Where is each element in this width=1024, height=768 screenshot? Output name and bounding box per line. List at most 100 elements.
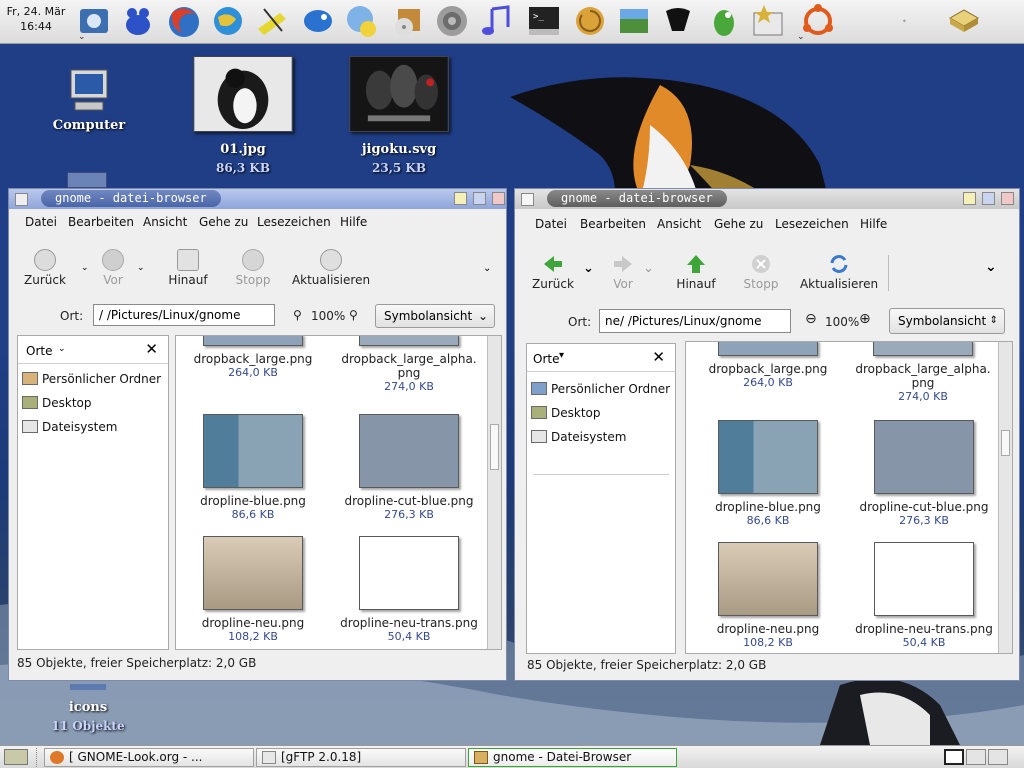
up-button[interactable]: Hinauf <box>673 253 719 291</box>
maximize-button[interactable] <box>473 192 486 205</box>
fish-icon[interactable] <box>300 3 336 39</box>
sidebar-title[interactable]: Orte <box>26 344 52 358</box>
view-mode-select[interactable]: Symbolansicht ⌄ <box>375 304 495 328</box>
file-item[interactable]: dropline-blue.png 86,6 KB <box>188 414 318 521</box>
chevron-down-icon[interactable]: ⌄ <box>81 263 89 273</box>
workspace-3[interactable] <box>988 749 1008 765</box>
location-input[interactable]: / /Pictures/Linux/gnome <box>93 304 275 326</box>
file-item[interactable]: dropback_large.png 264,0 KB <box>188 336 318 379</box>
scrollbar-thumb[interactable] <box>490 424 499 470</box>
show-desktop-icon[interactable] <box>4 749 28 765</box>
close-icon[interactable]: ✕ <box>652 348 665 366</box>
nautilus-shell-icon[interactable] <box>572 3 608 39</box>
close-button[interactable] <box>1001 192 1014 205</box>
taskbar-item-firefox[interactable]: [ GNOME-Look.org - ... <box>44 748 254 767</box>
zoom-out-icon[interactable]: ⚲ <box>293 308 302 322</box>
workspace-2[interactable] <box>966 749 986 765</box>
inkscape-icon[interactable] <box>660 3 696 39</box>
file-browser-window-right[interactable]: gnome - datei-browser Datei Bearbeiten A… <box>514 188 1020 681</box>
forward-button[interactable]: Vor <box>607 253 639 291</box>
chevron-down-icon[interactable]: ⌄ <box>58 344 66 354</box>
file-item[interactable]: dropback_large_alpha. png 274,0 KB <box>848 342 998 403</box>
sidebar-title[interactable]: Orte <box>533 352 559 366</box>
file-item[interactable]: dropback_large_alpha. png 274,0 KB <box>334 336 484 393</box>
reload-button[interactable]: Aktualisieren <box>291 249 371 287</box>
reload-button[interactable]: Aktualisieren <box>799 253 879 291</box>
menu-lesezeichen[interactable]: Lesezeichen <box>257 215 331 229</box>
chevron-down-icon[interactable]: ▾ <box>559 350 564 361</box>
desktop-icon-icons-folder[interactable]: icons 11 Objekte <box>40 684 136 733</box>
frog-icon[interactable] <box>120 3 156 39</box>
zoom-in-icon[interactable]: ⚲ <box>349 308 358 322</box>
back-button[interactable]: Zurück <box>23 249 67 287</box>
file-item[interactable]: dropline-neu-trans.png 50,4 KB <box>336 536 482 643</box>
icon-view[interactable]: dropback_large.png 264,0 KB dropback_larg… <box>175 335 502 650</box>
terminal-icon[interactable]: >_ <box>526 3 562 39</box>
menu-ansicht[interactable]: Ansicht <box>143 215 187 229</box>
desktop-icon-computer[interactable]: Computer <box>44 66 134 133</box>
file-item[interactable]: dropline-cut-blue.png 276,3 KB <box>854 420 994 527</box>
chevron-down-icon[interactable]: ⌄ <box>483 263 491 274</box>
zoom-level[interactable]: 100% <box>825 315 859 329</box>
notes-icon[interactable] <box>254 3 290 39</box>
close-icon[interactable]: ✕ <box>145 340 158 358</box>
menu-datei[interactable]: Datei <box>535 217 567 231</box>
minimize-button[interactable] <box>454 192 467 205</box>
file-item[interactable]: dropline-neu.png 108,2 KB <box>188 536 318 643</box>
file-item[interactable]: dropline-neu-trans.png 50,4 KB <box>850 542 998 649</box>
menu-gehe-zu[interactable]: Gehe zu <box>714 217 763 231</box>
sidebar-item-home[interactable]: Persönlicher Ordner <box>22 372 161 386</box>
bookmarks-icon[interactable] <box>76 3 112 39</box>
sidebar-item-filesystem[interactable]: Dateisystem <box>22 420 117 434</box>
file-item[interactable]: dropline-blue.png 86,6 KB <box>698 420 838 527</box>
star-window-icon[interactable] <box>750 3 786 39</box>
chevron-down-icon[interactable]: ⌄ <box>137 263 145 273</box>
menu-hilfe[interactable]: Hilfe <box>860 217 887 231</box>
menu-bearbeiten[interactable]: Bearbeiten <box>580 217 646 231</box>
forward-button[interactable]: Vor <box>97 249 129 287</box>
web-globe-icon[interactable] <box>210 3 246 39</box>
menu-hilfe[interactable]: Hilfe <box>340 215 367 229</box>
file-item[interactable]: dropline-neu.png 108,2 KB <box>698 542 838 649</box>
panel-clock[interactable]: Fr, 24. Mär 16:44 <box>0 4 72 34</box>
window-titlebar[interactable]: gnome - datei-browser <box>515 189 1019 209</box>
minimize-button[interactable] <box>963 192 976 205</box>
up-button[interactable]: Hinauf <box>165 249 211 287</box>
notification-box-icon[interactable] <box>948 6 980 34</box>
messenger-icon[interactable] <box>344 3 380 39</box>
zoom-in-icon[interactable]: ⊕ <box>859 311 871 327</box>
vertical-scrollbar[interactable] <box>998 342 1012 653</box>
file-item[interactable]: dropline-cut-blue.png 276,3 KB <box>344 414 474 521</box>
cd-burner-icon[interactable] <box>390 3 426 39</box>
chevron-down-icon[interactable]: ⌄ <box>985 259 997 275</box>
menu-datei[interactable]: Datei <box>25 215 57 229</box>
taskbar-item-gftp[interactable]: [gFTP 2.0.18] <box>256 748 466 767</box>
chevron-down-icon[interactable]: ⌄ <box>583 261 594 276</box>
scrollbar-thumb[interactable] <box>1001 430 1010 456</box>
menu-gehe-zu[interactable]: Gehe zu <box>199 215 248 229</box>
view-mode-select[interactable]: Symbolansicht ⇕ <box>889 308 1005 334</box>
stop-button[interactable]: Stopp <box>743 253 779 291</box>
window-menu-icon[interactable] <box>521 193 534 206</box>
window-menu-icon[interactable] <box>15 193 28 206</box>
maximize-button[interactable] <box>982 192 995 205</box>
music-note-icon[interactable] <box>478 3 514 39</box>
image-editor-icon[interactable] <box>616 3 652 39</box>
speaker-icon[interactable] <box>434 3 470 39</box>
sidebar-item-desktop[interactable]: Desktop <box>531 406 601 420</box>
sidebar-item-home[interactable]: Persönlicher Ordner <box>531 382 670 396</box>
window-titlebar[interactable]: gnome - datei-browser <box>9 189 506 209</box>
file-item[interactable]: dropback_large.png 264,0 KB <box>698 342 838 389</box>
location-input[interactable]: ne/ /Pictures/Linux/gnome <box>599 309 791 333</box>
desktop-icon-01-jpg[interactable]: 01.jpg 86,3 KB <box>188 56 298 175</box>
desktop-icon-jigoku-svg[interactable]: jigoku.svg 23,5 KB <box>343 56 455 175</box>
sidebar-item-desktop[interactable]: Desktop <box>22 396 92 410</box>
stop-button[interactable]: Stopp <box>235 249 271 287</box>
workspace-1[interactable] <box>944 749 964 765</box>
file-browser-window-left[interactable]: gnome - datei-browser Datei Bearbeiten A… <box>8 188 507 681</box>
firefox-icon[interactable] <box>166 3 202 39</box>
zoom-level[interactable]: 100% <box>311 309 345 323</box>
ubuntu-logo-icon[interactable] <box>800 3 836 39</box>
menu-bearbeiten[interactable]: Bearbeiten <box>68 215 134 229</box>
zoom-out-icon[interactable]: ⊖ <box>805 311 817 327</box>
